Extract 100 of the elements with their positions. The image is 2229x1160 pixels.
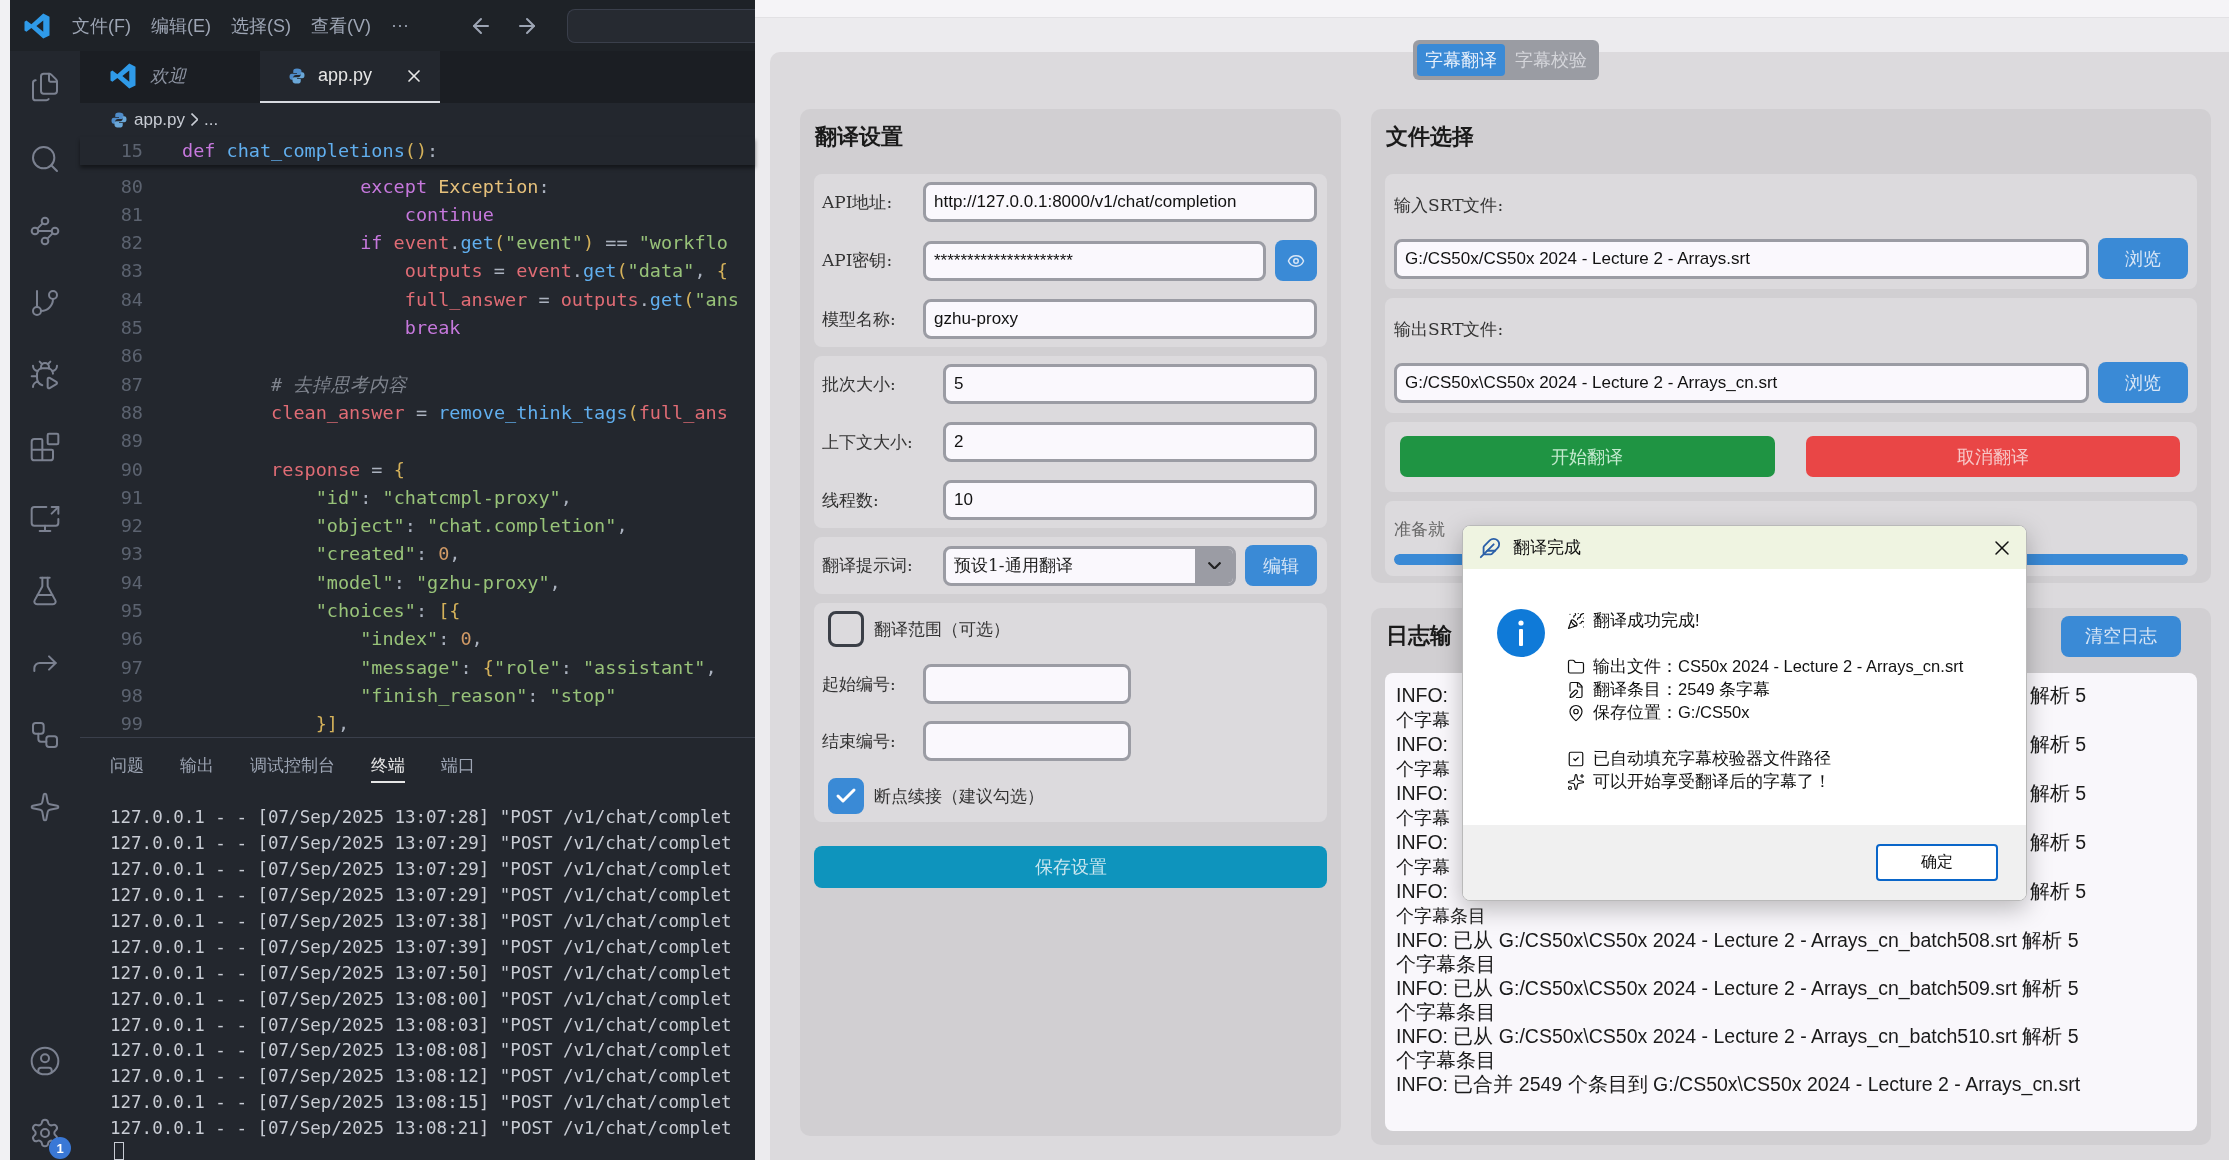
branch-icon[interactable] — [29, 287, 61, 319]
line-number: 96 — [119, 628, 143, 650]
menu-item[interactable]: 查看(V) — [311, 13, 371, 38]
terminal-line: 127.0.0.1 - - [07/Sep/2025 13:07:29] "POST /v1/chat/complet — [110, 858, 733, 882]
checkbox-label: 断点续接（建议勾选） — [874, 784, 1044, 808]
input-field[interactable]: gzhu-proxy — [923, 299, 1317, 339]
checkbox-icon — [1567, 749, 1585, 768]
folder-icon — [1567, 657, 1585, 676]
line-number: 94 — [119, 571, 143, 593]
code-line: outputs = event.get("data", { — [403, 260, 728, 282]
terminal-line: 127.0.0.1 - - [07/Sep/2025 13:07:38] "POST /v1/chat/complet — [110, 909, 733, 933]
log-text: INFO: — [1396, 781, 1448, 805]
log-text: INFO: — [1396, 732, 1448, 756]
chevron-icon — [191, 113, 199, 127]
log-entry: INFO: 已从 G:/CS50x\CS50x 2024 - Lecture 2 - Arrays_cn_batch510.srt 解析 5 个字幕条目 — [1396, 1024, 2080, 1072]
log-text: 解析 5 — [2029, 781, 2086, 805]
input-field[interactable]: 2 — [943, 422, 1317, 462]
panel-tab[interactable]: 问题 — [110, 747, 144, 783]
code-line: response = { — [270, 458, 405, 480]
log-text: INFO: — [1396, 830, 1448, 854]
code-line: "message": {"role": "assistant", — [359, 656, 717, 678]
field-label: 输出SRT文件: — [1394, 318, 1505, 341]
sparkle-icon[interactable] — [29, 791, 61, 823]
blocks-icon[interactable] — [29, 431, 61, 463]
editor-tab[interactable]: app.py — [260, 51, 440, 103]
more-menu[interactable]: ··· — [391, 15, 409, 36]
terminal-line: 127.0.0.1 - - [07/Sep/2025 13:07:50] "POST /v1/chat/complet — [110, 961, 733, 985]
file-path-field[interactable]: G:/CS50x/CS50x 2024 - Lecture 2 - Arrays.srt — [1394, 238, 2089, 279]
terminal-line: 127.0.0.1 - - [07/Sep/2025 13:08:15] "POST /v1/chat/complet — [110, 1091, 733, 1115]
dialog-title: 翻译完成 — [1513, 537, 1582, 559]
checkbox[interactable] — [828, 611, 864, 647]
panel-tab[interactable]: 输出 — [180, 747, 214, 783]
code-line: def chat_completions(): — [182, 140, 439, 162]
code-line: "index": 0, — [359, 628, 483, 650]
code-line: # 去掉思考内容 — [270, 372, 408, 397]
terminal-line: 127.0.0.1 - - [07/Sep/2025 13:08:12] "POST /v1/chat/complet — [110, 1065, 733, 1089]
terminal-line: 127.0.0.1 - - [07/Sep/2025 13:08:08] "POST /v1/chat/complet — [110, 1039, 733, 1063]
panel-tab[interactable]: 终端 — [371, 747, 405, 783]
sparkles-icon — [1567, 772, 1585, 791]
section-title: 日志输 — [1385, 621, 1452, 650]
log-entry: INFO: 已从 G:/CS50x\CS50x 2024 - Lecture 2 - Arrays_cn_batch508.srt 解析 5 个字幕条目 — [1396, 928, 2080, 976]
input-field[interactable]: 5 — [943, 364, 1317, 404]
code-line: if event.get("event") == "workflo — [359, 232, 728, 254]
input-field[interactable]: http://127.0.0.1:8000/v1/chat/completion — [923, 182, 1317, 222]
field-label: 批次大小: — [822, 372, 897, 396]
connected-squares-icon[interactable] — [29, 719, 61, 751]
command-search-field[interactable] — [566, 8, 755, 43]
code-line: "object": "chat.completion", — [314, 515, 628, 537]
dialog-text: 保存位置：G:/CS50x — [1593, 701, 1750, 723]
chevron-icon — [1207, 562, 1221, 569]
line-number: 95 — [119, 600, 143, 621]
field-label: 上下文大小: — [822, 430, 914, 454]
section-title: 文件选择 — [1385, 122, 1475, 151]
line-number: 88 — [119, 401, 143, 423]
code-line: break — [403, 317, 461, 338]
line-number: 86 — [119, 345, 143, 367]
terminal-line: 127.0.0.1 - - [07/Sep/2025 13:07:39] "POST /v1/chat/complet — [110, 935, 733, 959]
input-field[interactable]: 10 — [943, 480, 1317, 520]
terminal-line: 127.0.0.1 - - [07/Sep/2025 13:07:28] "POST /v1/chat/complet — [110, 806, 733, 830]
code-line: "created": 0, — [314, 543, 461, 565]
code-line: except Exception: — [359, 175, 550, 197]
python-icon — [110, 110, 128, 129]
info-icon — [1497, 609, 1545, 657]
line-number: 84 — [119, 288, 143, 310]
breadcrumb-item[interactable]: ... — [204, 109, 219, 130]
account-icon[interactable] — [29, 1045, 61, 1077]
code-line: "finish_reason": "stop" — [359, 684, 617, 706]
prompt-dropdown[interactable]: 预设1-通用翻译 — [943, 545, 1236, 586]
section-title: 翻译设置 — [814, 122, 904, 151]
menu-item[interactable]: 选择(S) — [231, 13, 291, 38]
log-text: 个字幕条目 — [1396, 906, 1486, 926]
code-line: "choices": [{ — [314, 600, 461, 621]
reveal-button[interactable] — [1275, 240, 1317, 281]
monitor-icon[interactable] — [29, 503, 61, 535]
line-number: 82 — [119, 232, 143, 254]
line-number: 91 — [119, 486, 143, 508]
menu-item[interactable]: 文件(F) — [72, 13, 131, 38]
line-number: 97 — [119, 656, 143, 678]
panel-tab[interactable]: 调试控制台 — [250, 747, 335, 783]
party-popper-icon — [1567, 611, 1585, 630]
field-label: API密钥: — [822, 249, 894, 272]
pin-icon — [1567, 703, 1585, 722]
file-path-field[interactable]: G:/CS50x\CS50x 2024 - Lecture 2 - Arrays_cn.srt — [1394, 362, 2089, 403]
log-text: INFO: — [1396, 683, 1448, 707]
field-label: 线程数: — [822, 488, 880, 512]
password-field[interactable]: ********************* — [923, 240, 1266, 281]
input-field[interactable] — [923, 664, 1131, 704]
files-icon[interactable] — [29, 71, 61, 103]
line-number: 15 — [119, 140, 143, 162]
checkbox[interactable] — [828, 778, 864, 814]
input-field[interactable] — [923, 721, 1131, 761]
breadcrumb-item[interactable]: app.py — [134, 109, 186, 130]
menu-item[interactable]: 编辑(E) — [151, 13, 211, 38]
panel-tab[interactable]: 端口 — [441, 747, 475, 783]
search-icon[interactable] — [29, 143, 61, 175]
graph-icon[interactable] — [29, 215, 61, 247]
run-debug-icon[interactable] — [29, 359, 61, 391]
python-icon — [288, 66, 306, 85]
code-line: continue — [403, 203, 494, 225]
ok-button[interactable]: 确定 — [1876, 844, 1998, 881]
